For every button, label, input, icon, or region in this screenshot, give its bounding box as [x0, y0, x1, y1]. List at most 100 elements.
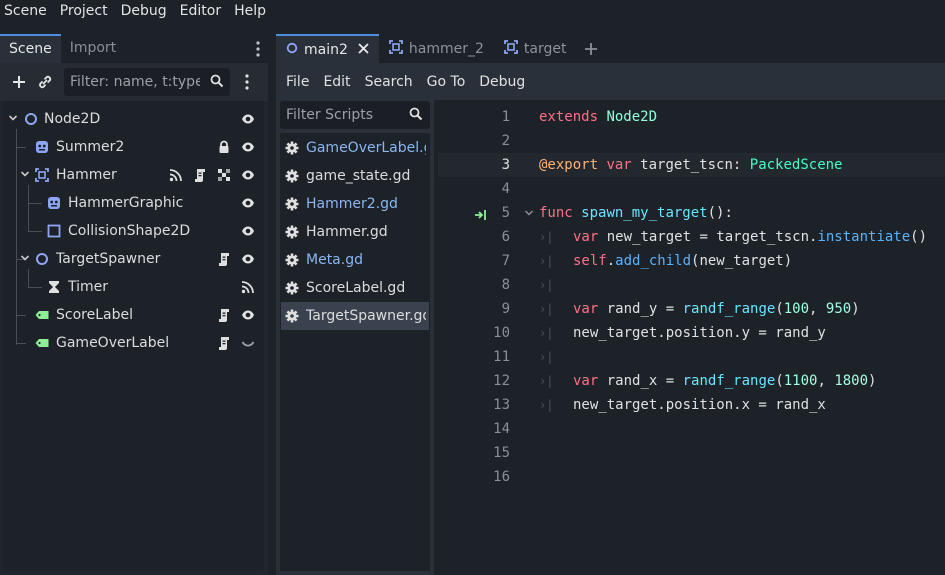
- link-icon[interactable]: [32, 69, 58, 95]
- eye-icon[interactable]: [241, 224, 255, 238]
- menu-editor[interactable]: Editor: [175, 0, 226, 22]
- menu-help[interactable]: Help: [229, 0, 271, 22]
- script-name: Hammer.gd: [306, 224, 388, 240]
- code-line[interactable]: 4: [438, 177, 945, 201]
- dock-tabs: Scene Import: [0, 34, 268, 63]
- tree-item-scorelabel[interactable]: ScoreLabel: [3, 301, 264, 329]
- script-item[interactable]: GameOverLabel.gd: [281, 134, 429, 162]
- chevron-down-icon[interactable]: [20, 169, 30, 182]
- code-editor[interactable]: 1 extends Node2D 2 3 @export var target_…: [438, 100, 945, 575]
- eye-icon[interactable]: [241, 168, 255, 182]
- tree-item-node2d[interactable]: Node2D: [3, 105, 264, 133]
- signal-icon[interactable]: [241, 280, 255, 294]
- script-item[interactable]: TargetSpawner.gd: [281, 302, 429, 330]
- menu-scene[interactable]: Scene: [0, 0, 52, 22]
- add-node-icon[interactable]: [6, 69, 32, 95]
- tree-item-hammer[interactable]: Hammer: [3, 161, 264, 189]
- script-item[interactable]: Hammer.gd: [281, 218, 429, 246]
- menu-search[interactable]: Search: [359, 74, 419, 90]
- eye-icon[interactable]: [241, 140, 255, 154]
- line-number: 5: [501, 205, 510, 221]
- script-icon[interactable]: [217, 252, 231, 266]
- menu-project[interactable]: Project: [55, 0, 113, 22]
- eye-icon[interactable]: [241, 196, 255, 210]
- search-icon: [210, 74, 224, 92]
- code-line[interactable]: 11 ›|: [438, 345, 945, 369]
- add-tab-icon[interactable]: [576, 34, 606, 63]
- node2d-icon: [35, 252, 49, 266]
- tree-item-hammergraphic[interactable]: HammerGraphic: [3, 189, 264, 217]
- area2d-icon: [388, 39, 403, 58]
- menu-file[interactable]: File: [280, 74, 315, 90]
- sprite-icon: [47, 196, 61, 210]
- scene-tree-menu-icon[interactable]: [234, 69, 260, 95]
- eye-icon[interactable]: [241, 308, 255, 322]
- script-item[interactable]: Hammer2.gd: [281, 190, 429, 218]
- code-line[interactable]: 7 ›| self.add_child(new_target): [438, 249, 945, 273]
- tree-item-timer[interactable]: Timer: [3, 273, 264, 301]
- code-line[interactable]: 6 ›| var new_target = target_tscn.instan…: [438, 225, 945, 249]
- code-line[interactable]: 12 ›| var rand_x = randf_range(1100, 180…: [438, 369, 945, 393]
- tab-scene[interactable]: Scene: [0, 34, 61, 63]
- menu-debug[interactable]: Debug: [473, 74, 531, 90]
- chevron-down-icon[interactable]: [8, 113, 18, 126]
- tree-item-label: Summer2: [56, 139, 125, 155]
- code-line[interactable]: 14: [438, 417, 945, 441]
- script-icon[interactable]: [217, 336, 231, 350]
- script-item[interactable]: ScoreLabel.gd: [281, 274, 429, 302]
- line-number: 3: [501, 157, 510, 173]
- line-number: 16: [493, 469, 510, 485]
- scene-tabs: main2 hammer_2 target: [276, 34, 945, 63]
- menu-edit[interactable]: Edit: [317, 74, 356, 90]
- tree-item-targetspawner[interactable]: TargetSpawner: [3, 245, 264, 273]
- eye-icon[interactable]: [241, 252, 255, 266]
- signal-icon[interactable]: [169, 168, 183, 182]
- line-number: 4: [501, 181, 510, 197]
- code-line[interactable]: 8 ›|: [438, 273, 945, 297]
- eye-icon[interactable]: [241, 112, 255, 126]
- code-text: new_target.position.y = rand_y: [573, 325, 826, 341]
- script-icon[interactable]: [193, 168, 207, 182]
- code-line[interactable]: 15: [438, 441, 945, 465]
- gear-icon: [285, 141, 299, 159]
- tree-item-summer2[interactable]: Summer2: [3, 133, 264, 161]
- tab-main2[interactable]: main2: [276, 34, 379, 63]
- line-number: 15: [493, 445, 510, 461]
- script-name: game_state.gd: [306, 168, 411, 184]
- code-line[interactable]: 1 extends Node2D: [438, 105, 945, 129]
- eye-closed-icon[interactable]: [241, 336, 255, 350]
- scene-filter-field[interactable]: [64, 68, 230, 96]
- script-icon[interactable]: [217, 308, 231, 322]
- dock-menu-icon[interactable]: [248, 34, 268, 63]
- tab-hammer-2[interactable]: hammer_2: [379, 34, 494, 63]
- code-line[interactable]: 2: [438, 129, 945, 153]
- script-filter-field[interactable]: [280, 101, 430, 129]
- menu-debug[interactable]: Debug: [116, 0, 172, 22]
- chevron-down-icon[interactable]: [20, 253, 30, 266]
- indent-marker-icon: ›|: [539, 350, 554, 364]
- group-icon[interactable]: [217, 168, 231, 182]
- script-item[interactable]: game_state.gd: [281, 162, 429, 190]
- tree-item-collisionshape2d[interactable]: CollisionShape2D: [3, 217, 264, 245]
- code-line[interactable]: 5 func spawn_my_target():: [438, 201, 945, 225]
- line-number: 2: [501, 133, 510, 149]
- tab-target[interactable]: target: [494, 34, 577, 63]
- line-number: 8: [501, 277, 510, 293]
- code-line[interactable]: 9 ›| var rand_y = randf_range(100, 950): [438, 297, 945, 321]
- lock-icon[interactable]: [217, 140, 231, 154]
- script-item[interactable]: Meta.gd: [281, 246, 429, 274]
- code-line[interactable]: 13 ›| new_target.position.x = rand_x: [438, 393, 945, 417]
- code-line[interactable]: 16: [438, 465, 945, 489]
- script-list: GameOverLabel.gd game_state.gd Hammer2.g…: [280, 133, 430, 571]
- scene-filter-input[interactable]: [70, 74, 200, 90]
- tree-item-gameoverlabel[interactable]: GameOverLabel: [3, 329, 264, 357]
- script-filter-input[interactable]: [286, 107, 396, 123]
- close-icon[interactable]: [358, 42, 369, 58]
- code-line-current[interactable]: 3 @export var target_tscn: PackedScene: [438, 153, 945, 177]
- menu-go-to[interactable]: Go To: [421, 74, 472, 90]
- tree-item-label: ScoreLabel: [56, 307, 133, 323]
- tab-import[interactable]: Import: [61, 34, 125, 63]
- code-line[interactable]: 10 ›| new_target.position.y = rand_y: [438, 321, 945, 345]
- indent-marker-icon: ›|: [539, 398, 554, 412]
- script-name: Hammer2.gd: [306, 196, 398, 212]
